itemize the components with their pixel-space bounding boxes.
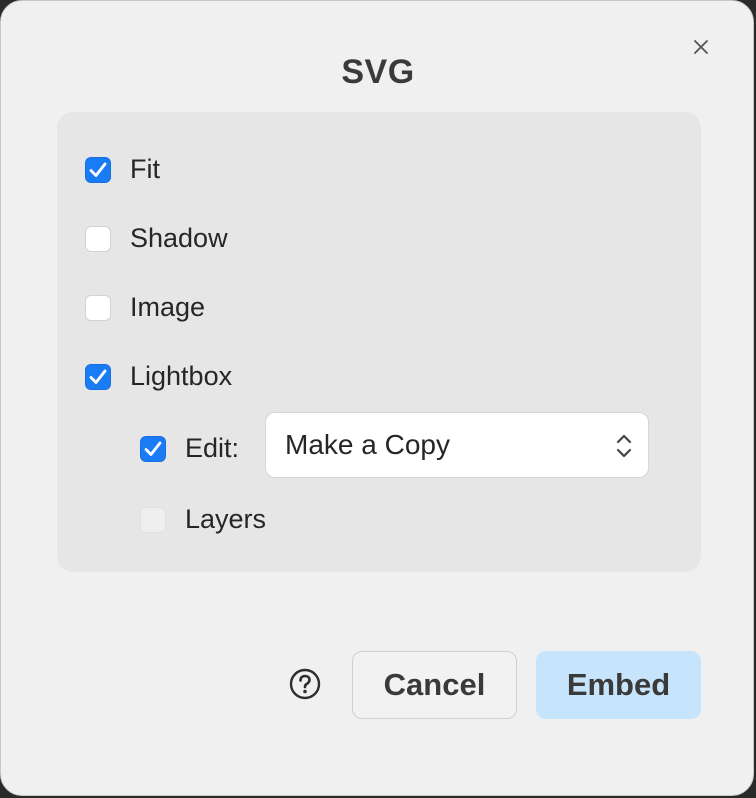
- image-label: Image: [130, 292, 206, 322]
- checkmark-icon: [89, 162, 107, 177]
- edit-label: Edit:: [185, 433, 240, 463]
- close-icon: [694, 40, 708, 54]
- checkmark-icon: [89, 369, 107, 384]
- lightbox-option[interactable]: Lightbox: [85, 361, 232, 392]
- edit-mode-select[interactable]: Make a Copy: [265, 412, 649, 478]
- lightbox-checkbox[interactable]: [85, 363, 111, 390]
- edit-mode-value: Make a Copy: [285, 429, 450, 460]
- image-checkbox[interactable]: [85, 294, 111, 321]
- cancel-button[interactable]: Cancel: [352, 651, 517, 719]
- shadow-option[interactable]: Shadow: [85, 223, 228, 254]
- checkmark-icon: [144, 441, 162, 456]
- edit-checkbox[interactable]: [140, 435, 166, 462]
- image-option[interactable]: Image: [85, 292, 205, 323]
- edit-option[interactable]: Edit:: [140, 433, 239, 464]
- help-button[interactable]: [289, 668, 321, 700]
- embed-button[interactable]: Embed: [536, 651, 701, 719]
- layers-label: Layers: [185, 504, 267, 534]
- question-circle-icon: [289, 668, 321, 700]
- fit-checkbox[interactable]: [85, 156, 111, 183]
- chevron-up-down-icon: [616, 434, 632, 458]
- layers-checkbox[interactable]: [140, 506, 166, 533]
- svg-dialog: SVG Fit Shadow Image Lightbox Edit: Make…: [0, 0, 754, 796]
- lightbox-label: Lightbox: [130, 361, 233, 391]
- shadow-checkbox[interactable]: [85, 225, 111, 252]
- layers-option[interactable]: Layers: [140, 504, 266, 535]
- dialog-title: SVG: [341, 53, 415, 91]
- shadow-label: Shadow: [130, 223, 228, 253]
- fit-label: Fit: [130, 154, 160, 184]
- fit-option[interactable]: Fit: [85, 154, 160, 185]
